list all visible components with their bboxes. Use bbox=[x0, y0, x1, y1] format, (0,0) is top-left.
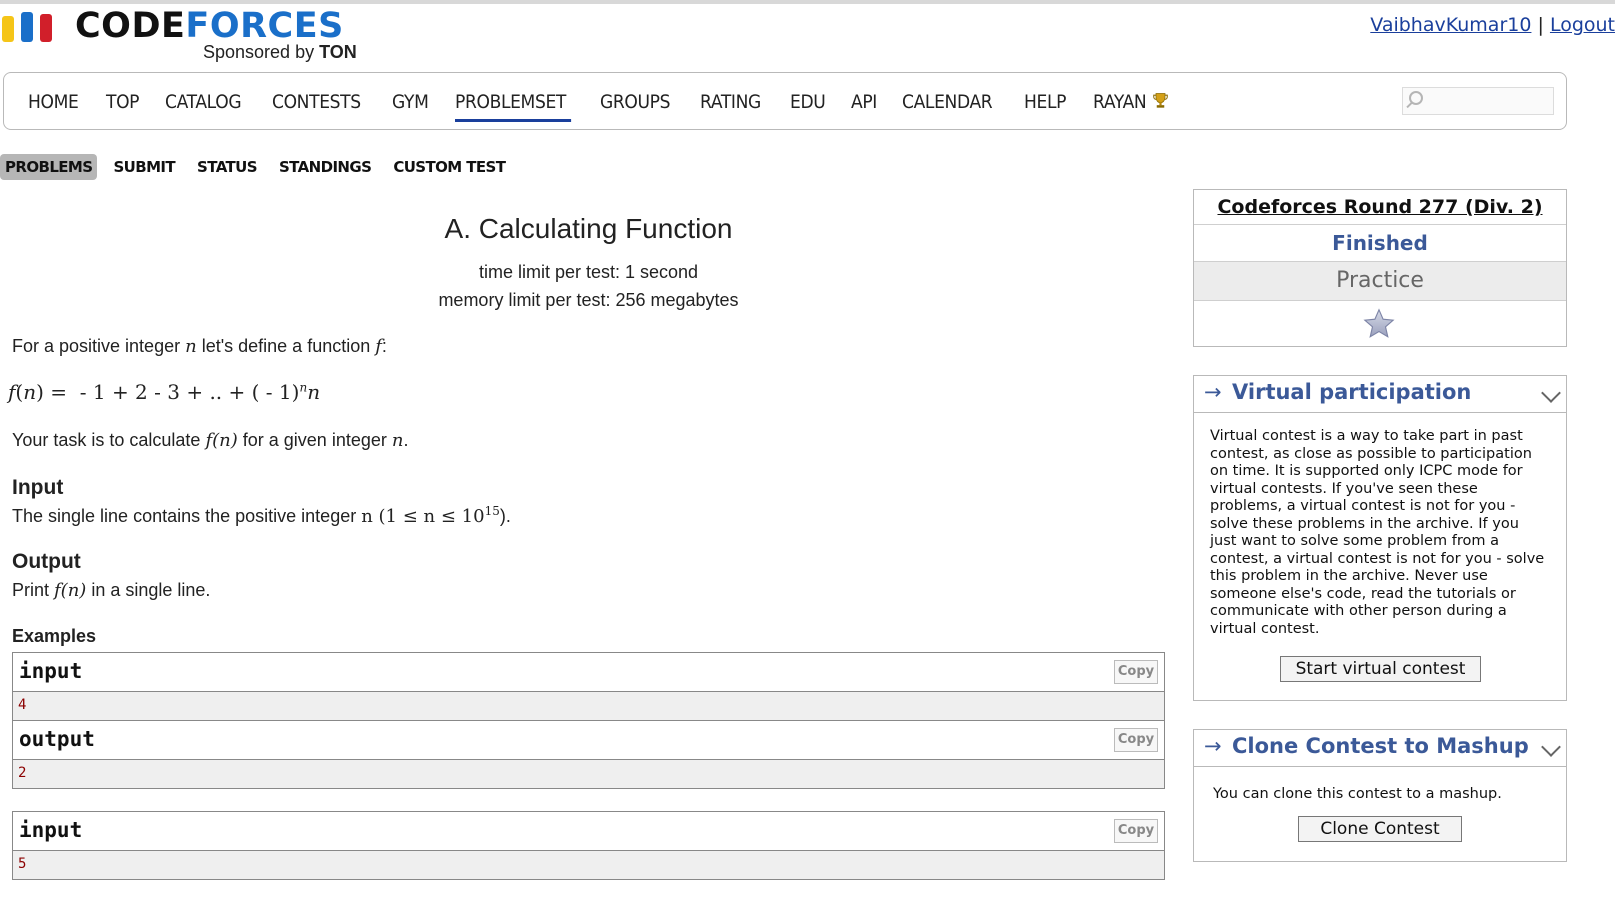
output-spec: Print f(n) in a single line. bbox=[12, 580, 211, 601]
problem-title: A. Calculating Function bbox=[444, 213, 733, 244]
top-border bbox=[0, 0, 1615, 4]
time-limit: time limit per test: 1 second bbox=[478, 262, 699, 282]
formula: f(n) = - 1 + 2 - 3 + .. + ( - 1)nn bbox=[8, 380, 321, 404]
chevron-down-icon[interactable] bbox=[1541, 737, 1561, 757]
sample-input-header: input Copy bbox=[13, 653, 1164, 692]
clone-contest-box: → Clone Contest to Mashup You can clone … bbox=[1193, 729, 1567, 862]
arrow-right-icon: → bbox=[1204, 380, 1222, 404]
sample-output-body: 2 bbox=[13, 760, 1164, 788]
clone-contest-button[interactable]: Clone Contest bbox=[1298, 816, 1462, 842]
sample-input-header: input Copy bbox=[13, 812, 1164, 851]
nav-item-gym[interactable]: GYM bbox=[392, 91, 429, 113]
sample-input-value: 5 bbox=[18, 856, 27, 872]
input-spec: The single line contains the positive in… bbox=[12, 504, 511, 527]
nav-item-rayan[interactable]: RAYAN bbox=[1093, 91, 1147, 113]
virtual-participation-header[interactable]: → Virtual participation bbox=[1194, 376, 1566, 413]
statement-paragraph: For a positive integer n let's define a … bbox=[12, 336, 387, 357]
sample-input-value: 4 bbox=[18, 697, 27, 713]
sample-output-value: 2 bbox=[18, 765, 27, 781]
contest-info-box: Codeforces Round 277 (Div. 2) Finished P… bbox=[1193, 189, 1567, 347]
nav-item-calendar[interactable]: CALENDAR bbox=[902, 91, 993, 113]
contest-mode: Practice bbox=[1194, 262, 1566, 301]
subnav-item-custom-test[interactable]: CUSTOM TEST bbox=[387, 154, 511, 180]
nav-item-home[interactable]: HOME bbox=[28, 91, 79, 113]
sponsor-text: Sponsored by TON bbox=[203, 42, 357, 62]
nav-item-help[interactable]: HELP bbox=[1024, 91, 1066, 113]
logout-link[interactable]: Logout bbox=[1550, 14, 1615, 36]
input-section-title: Input bbox=[12, 476, 64, 499]
sample-test-1: input Copy 4 output Copy 2 bbox=[12, 652, 1165, 789]
nav-item-rayan-wrapper[interactable]: RAYAN bbox=[1093, 91, 1170, 113]
sample-input-body: 5 bbox=[13, 851, 1164, 879]
subnav-item-standings[interactable]: STANDINGS bbox=[273, 154, 377, 180]
task-paragraph: Your task is to calculate f(n) for a giv… bbox=[12, 430, 409, 451]
sample-output-label: output bbox=[19, 727, 95, 751]
search-icon bbox=[1409, 91, 1423, 105]
search-input[interactable] bbox=[1402, 87, 1554, 115]
trophy-icon bbox=[1153, 93, 1169, 108]
problem-subnav: PROBLEMS SUBMIT STATUS STANDINGS CUSTOM TEST bbox=[0, 154, 521, 180]
virtual-participation-text: Virtual contest is a way to take part in… bbox=[1210, 428, 1545, 637]
memory-limit: memory limit per test: 256 megabytes bbox=[438, 290, 739, 310]
arrow-right-icon: → bbox=[1204, 734, 1222, 758]
nav-item-contests[interactable]: CONTESTS bbox=[272, 91, 361, 113]
copy-button[interactable]: Copy bbox=[1114, 819, 1158, 843]
nav-item-groups[interactable]: GROUPS bbox=[600, 91, 670, 113]
codeforces-logo[interactable]: CODEFORCES Sponsored by TON bbox=[0, 6, 400, 66]
user-links-separator: | bbox=[1537, 14, 1544, 36]
contest-name-link[interactable]: Codeforces Round 277 (Div. 2) bbox=[1194, 190, 1566, 225]
logo-wordmark: CODEFORCES bbox=[75, 6, 344, 46]
virtual-participation-box: → Virtual participation Virtual contest … bbox=[1193, 375, 1567, 701]
nav-item-edu[interactable]: EDU bbox=[790, 91, 826, 113]
nav-item-rating[interactable]: RATING bbox=[700, 91, 761, 113]
output-section-title: Output bbox=[12, 550, 81, 573]
nav-item-top[interactable]: TOP bbox=[106, 91, 140, 113]
sample-output-header: output Copy bbox=[13, 720, 1164, 760]
subnav-item-submit[interactable]: SUBMIT bbox=[107, 154, 181, 180]
username-link[interactable]: VaibhavKumar10 bbox=[1370, 14, 1531, 36]
main-menu: HOME TOP CATALOG CONTESTS GYM PROBLEMSET GROUP… bbox=[3, 72, 1567, 130]
user-links: VaibhavKumar10 | Logout bbox=[1370, 14, 1615, 36]
sample-input-label: input bbox=[19, 659, 83, 683]
nav-item-problemset[interactable]: PROBLEMSET bbox=[454, 91, 572, 122]
copy-button[interactable]: Copy bbox=[1114, 660, 1158, 684]
virtual-participation-title: Virtual participation bbox=[1232, 380, 1472, 404]
copy-button[interactable]: Copy bbox=[1114, 728, 1158, 752]
favourite-star-area bbox=[1194, 301, 1566, 347]
subnav-item-status[interactable]: STATUS bbox=[191, 154, 263, 180]
clone-contest-title: Clone Contest to Mashup bbox=[1232, 734, 1529, 758]
subnav-item-problems[interactable]: PROBLEMS bbox=[0, 154, 98, 180]
nav-item-api[interactable]: API bbox=[851, 91, 877, 113]
star-icon[interactable] bbox=[1362, 307, 1396, 341]
sample-input-body: 4 bbox=[13, 692, 1164, 720]
clone-contest-header[interactable]: → Clone Contest to Mashup bbox=[1194, 730, 1566, 767]
examples-title: Examples bbox=[12, 626, 97, 646]
chevron-down-icon[interactable] bbox=[1541, 383, 1561, 403]
start-virtual-contest-button[interactable]: Start virtual contest bbox=[1280, 656, 1481, 682]
contest-status: Finished bbox=[1194, 225, 1566, 262]
sample-test-2: input Copy 5 bbox=[12, 811, 1165, 880]
sample-input-label: input bbox=[19, 818, 83, 842]
clone-contest-text: You can clone this contest to a mashup. bbox=[1213, 786, 1502, 802]
nav-item-catalog[interactable]: CATALOG bbox=[165, 91, 242, 113]
